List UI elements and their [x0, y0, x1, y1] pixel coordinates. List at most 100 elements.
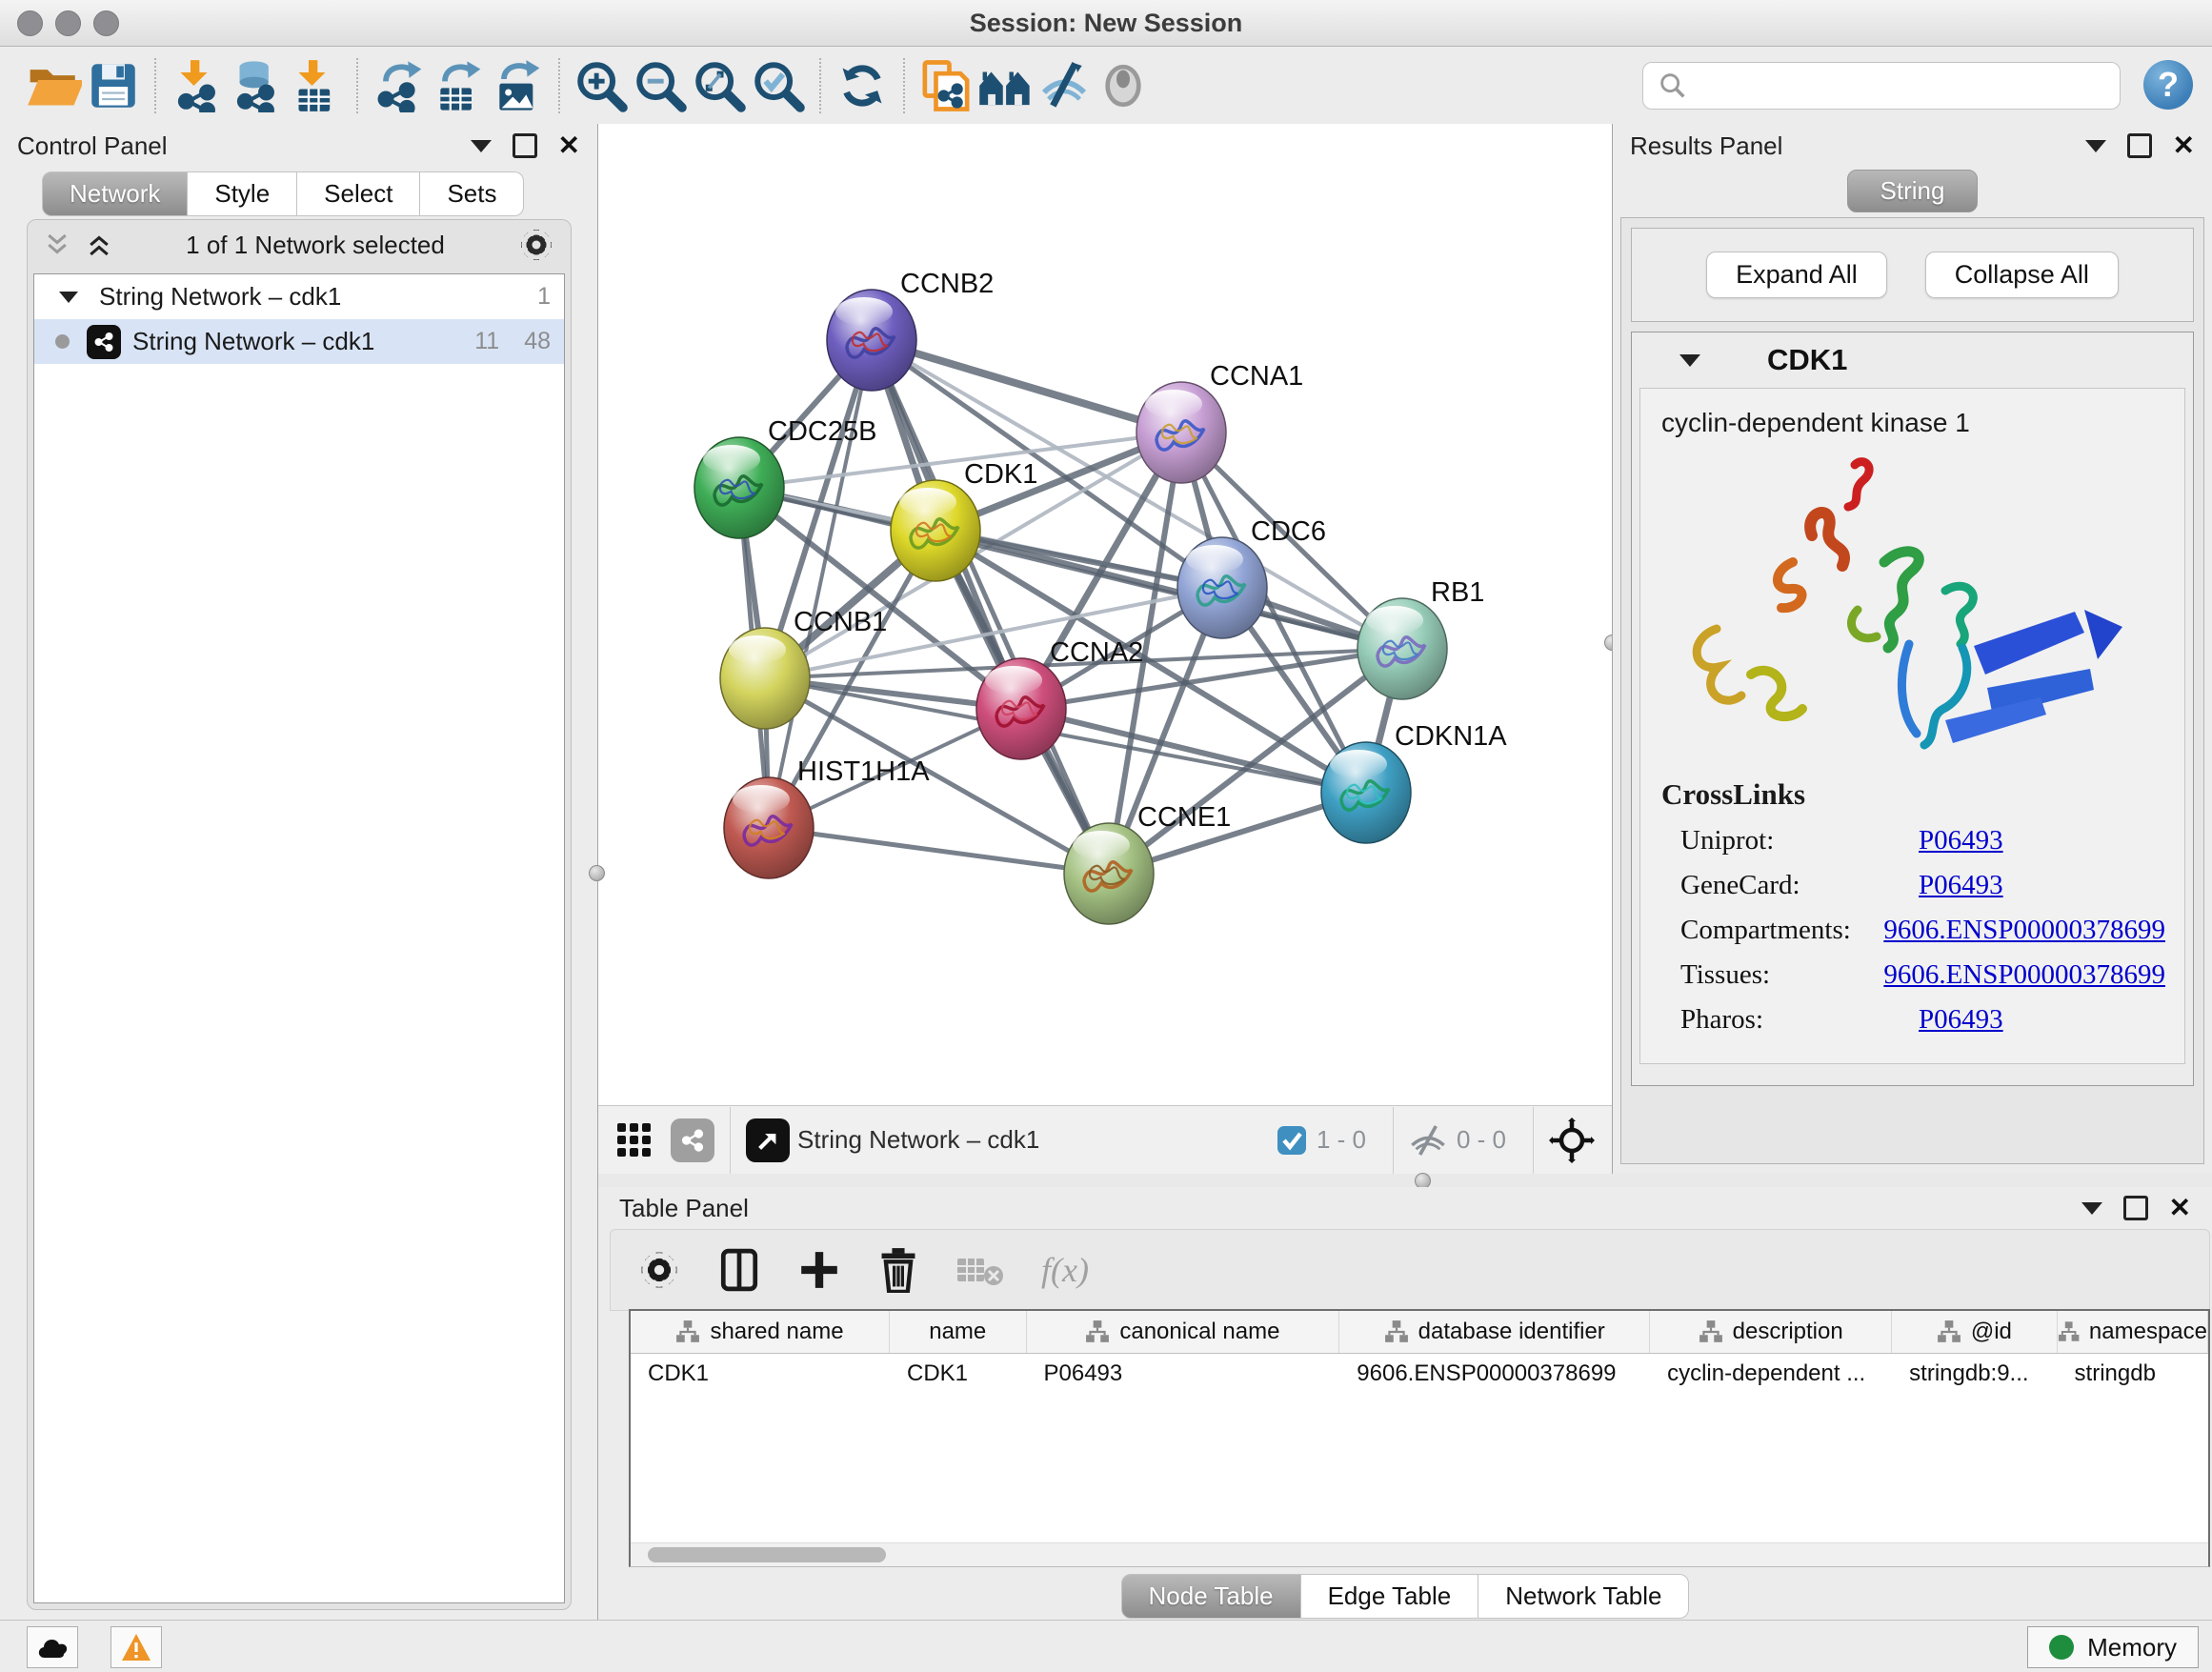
- import-table-button[interactable]: [286, 56, 345, 115]
- import-network-file-button[interactable]: [168, 56, 227, 115]
- gear-icon[interactable]: [517, 226, 555, 264]
- import-network-database-button[interactable]: [227, 56, 286, 115]
- network-node-rb1[interactable]: [1357, 598, 1447, 699]
- grid-view-icon[interactable]: [615, 1121, 654, 1159]
- export-network-button[interactable]: [370, 56, 429, 115]
- network-tree-root-row[interactable]: String Network – cdk1 1: [34, 274, 564, 319]
- table-row[interactable]: CDK1CDK1P064939606.ENSP00000378699cyclin…: [631, 1354, 2208, 1394]
- network-node-ccnb2[interactable]: [827, 290, 916, 391]
- hidden-eye-icon[interactable]: [1409, 1124, 1447, 1157]
- zoom-fit-button[interactable]: [690, 56, 749, 115]
- show-all-nodes-button[interactable]: [975, 56, 1035, 115]
- network-tree-row[interactable]: String Network – cdk1 11 48: [34, 319, 564, 364]
- clone-network-button[interactable]: [916, 56, 975, 115]
- crosslink-link[interactable]: 9606.ENSP00000378699: [1883, 915, 2165, 946]
- splitter-grip[interactable]: [589, 865, 605, 881]
- network-node-cdk1[interactable]: [891, 480, 980, 581]
- column-header-canonical-name[interactable]: canonical name: [1027, 1311, 1340, 1353]
- network-node-hist1h1a[interactable]: [724, 777, 814, 878]
- table-cell[interactable]: CDK1: [890, 1354, 1027, 1394]
- tab-network[interactable]: Network: [42, 171, 188, 216]
- expand-all-button[interactable]: Expand All: [1706, 252, 1887, 298]
- tab-select[interactable]: Select: [297, 171, 420, 216]
- panel-close-icon[interactable]: ✕: [2173, 136, 2195, 155]
- column-header-namespace[interactable]: namespace: [2058, 1311, 2208, 1353]
- panel-close-icon[interactable]: ✕: [558, 136, 580, 155]
- column-header-name[interactable]: name: [890, 1311, 1026, 1353]
- table-settings-gear-icon[interactable]: [637, 1248, 681, 1292]
- panel-menu-icon[interactable]: [471, 140, 492, 152]
- crosslink-link[interactable]: P06493: [1919, 825, 2003, 856]
- table-cell[interactable]: cyclin-dependent ...: [1650, 1354, 1892, 1394]
- string-view-icon[interactable]: [671, 1118, 714, 1162]
- network-edge[interactable]: [872, 340, 1109, 874]
- table-cell[interactable]: CDK1: [631, 1354, 890, 1394]
- zoom-selected-button[interactable]: [749, 56, 808, 115]
- zoom-out-button[interactable]: [631, 56, 690, 115]
- panel-menu-icon[interactable]: [2085, 140, 2106, 152]
- column-header--id[interactable]: @id: [1892, 1311, 2057, 1353]
- crosshair-icon[interactable]: [1549, 1118, 1595, 1163]
- network-node-ccna2[interactable]: [976, 658, 1066, 759]
- column-header-shared-name[interactable]: shared name: [631, 1311, 890, 1353]
- birdseye-view-icon[interactable]: [746, 1118, 790, 1162]
- tab-sets[interactable]: Sets: [420, 171, 524, 216]
- hide-selected-button[interactable]: [1035, 56, 1094, 115]
- selected-checkbox-icon[interactable]: [1277, 1125, 1307, 1156]
- network-node-ccna1[interactable]: [1136, 382, 1226, 483]
- cloud-status-button[interactable]: [27, 1626, 78, 1668]
- help-button[interactable]: ?: [2143, 60, 2193, 110]
- network-edge[interactable]: [769, 828, 1109, 874]
- panel-menu-icon[interactable]: [2081, 1202, 2102, 1215]
- network-node-cdc6[interactable]: [1177, 537, 1267, 638]
- network-node-ccne1[interactable]: [1064, 823, 1154, 924]
- tab-style[interactable]: Style: [188, 171, 297, 216]
- tree-expander-icon[interactable]: [59, 292, 78, 303]
- tab-string[interactable]: String: [1847, 170, 1979, 212]
- panel-close-icon[interactable]: ✕: [2169, 1199, 2191, 1218]
- open-session-button[interactable]: [25, 56, 84, 115]
- table-cell[interactable]: stringdb:9...: [1892, 1354, 2057, 1394]
- panel-float-icon[interactable]: [513, 133, 537, 158]
- tab-network-table[interactable]: Network Table: [1478, 1574, 1689, 1619]
- network-canvas[interactable]: CCNB2CCNA1CDC25BCDK1CDC6RB1CCNB1CCNA2CDK…: [598, 124, 1612, 1105]
- table-cell[interactable]: 9606.ENSP00000378699: [1339, 1354, 1650, 1394]
- table-horizontal-scrollbar[interactable]: [631, 1542, 2208, 1566]
- toolbar-separator: [558, 58, 560, 113]
- tab-node-table[interactable]: Node Table: [1121, 1574, 1301, 1619]
- network-edge[interactable]: [872, 340, 1181, 433]
- entry-expander-icon[interactable]: [1679, 354, 1700, 367]
- search-input[interactable]: [1697, 66, 2120, 106]
- show-graphics-details-button[interactable]: [1094, 56, 1153, 115]
- add-column-icon[interactable]: [797, 1248, 841, 1292]
- show-columns-icon[interactable]: [717, 1248, 761, 1292]
- crosslink-link[interactable]: P06493: [1919, 870, 2003, 901]
- network-node-cdkn1a[interactable]: [1321, 742, 1411, 843]
- warnings-button[interactable]: [111, 1626, 162, 1668]
- table-cell[interactable]: stringdb: [2058, 1354, 2208, 1394]
- export-table-button[interactable]: [429, 56, 488, 115]
- column-header-description[interactable]: description: [1650, 1311, 1892, 1353]
- zoom-in-button[interactable]: [572, 56, 631, 115]
- memory-button[interactable]: Memory: [2027, 1626, 2199, 1668]
- panel-float-icon[interactable]: [2123, 1196, 2148, 1220]
- network-node-cdc25b[interactable]: [694, 437, 784, 538]
- node-result-header[interactable]: CDK1: [1632, 332, 2193, 388]
- column-header-database-identifier[interactable]: database identifier: [1339, 1311, 1650, 1353]
- network-node-ccnb1[interactable]: [720, 628, 810, 729]
- horizontal-splitter[interactable]: [598, 1174, 2212, 1187]
- expand-all-icon[interactable]: [85, 231, 113, 259]
- collapse-all-icon[interactable]: [43, 231, 71, 259]
- panel-float-icon[interactable]: [2127, 133, 2152, 158]
- collapse-all-button[interactable]: Collapse All: [1925, 252, 2119, 298]
- save-session-button[interactable]: [84, 56, 143, 115]
- crosslink-link[interactable]: P06493: [1919, 1004, 2003, 1036]
- scrollbar-thumb[interactable]: [648, 1547, 886, 1562]
- refresh-layout-button[interactable]: [833, 56, 892, 115]
- crosslink-link[interactable]: 9606.ENSP00000378699: [1883, 959, 2165, 991]
- delete-trash-icon[interactable]: [877, 1247, 919, 1293]
- table-cell[interactable]: P06493: [1027, 1354, 1340, 1394]
- export-image-button[interactable]: [488, 56, 547, 115]
- network-edge[interactable]: [769, 340, 872, 828]
- tab-edge-table[interactable]: Edge Table: [1301, 1574, 1479, 1619]
